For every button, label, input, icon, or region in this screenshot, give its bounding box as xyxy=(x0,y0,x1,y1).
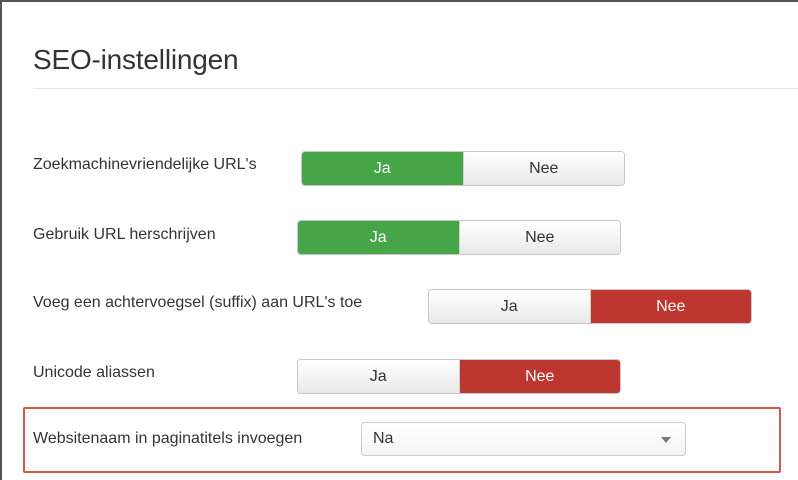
url-rewrite-yes-button[interactable]: Ja xyxy=(298,221,459,254)
toggle-url-rewrite: Ja Nee xyxy=(297,220,621,255)
label-sef-urls: Zoekmachinevriendelijke URL's xyxy=(33,156,257,173)
url-suffix-yes-button[interactable]: Ja xyxy=(429,290,590,323)
title-divider xyxy=(33,88,798,89)
window-frame-top xyxy=(0,0,798,12)
sef-urls-no-button[interactable]: Nee xyxy=(462,152,624,185)
toggle-url-suffix: Ja Nee xyxy=(428,289,752,324)
section-title: SEO-instellingen xyxy=(33,44,239,75)
toggle-sef-urls: Ja Nee xyxy=(301,151,625,186)
url-rewrite-no-button[interactable]: Nee xyxy=(458,221,620,254)
unicode-aliases-no-button[interactable]: Nee xyxy=(458,360,620,393)
sef-urls-yes-button[interactable]: Ja xyxy=(302,152,463,185)
label-url-rewrite: Gebruik URL herschrijven xyxy=(33,226,216,243)
site-name-in-titles-select[interactable]: Na xyxy=(361,422,686,456)
site-name-in-titles-value: Na xyxy=(373,430,394,447)
toggle-unicode-aliases: Ja Nee xyxy=(297,359,621,394)
unicode-aliases-yes-button[interactable]: Ja xyxy=(298,360,459,393)
label-site-name-in-titles: Websitenaam in paginatitels invoegen xyxy=(33,430,303,447)
label-unicode-aliases: Unicode aliassen xyxy=(33,364,155,381)
url-suffix-no-button[interactable]: Nee xyxy=(589,290,751,323)
window-frame-left xyxy=(0,0,12,480)
label-url-suffix: Voeg een achtervoegsel (suffix) aan URL'… xyxy=(33,294,363,311)
chevron-down-icon xyxy=(661,437,671,443)
